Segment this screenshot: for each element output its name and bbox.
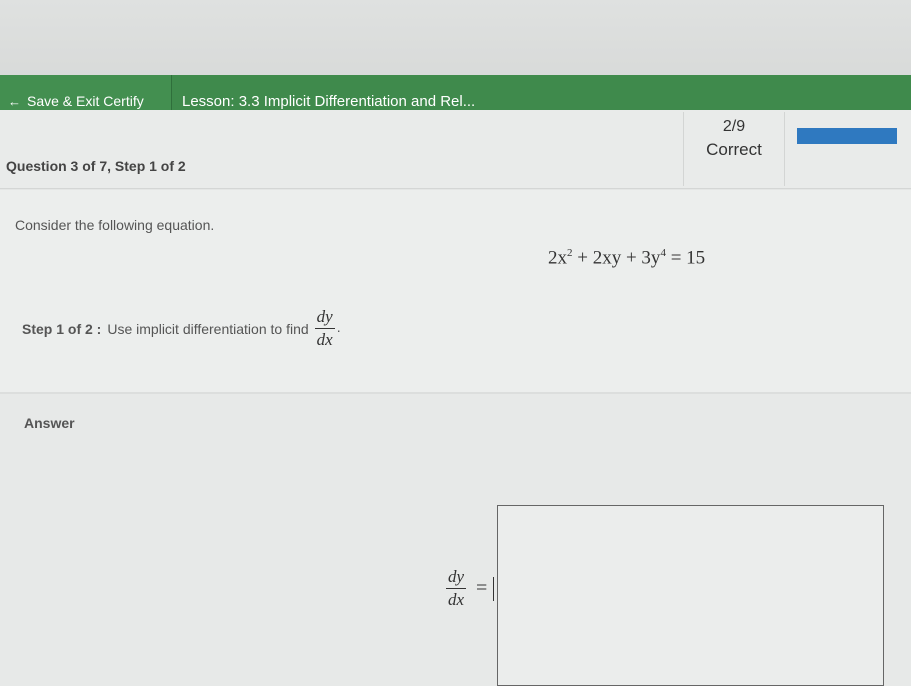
progress-fill: [797, 128, 897, 144]
given-equation: 2x2 + 2xy + 3y4 = 15: [548, 247, 706, 269]
text-cursor: [493, 576, 495, 601]
answer-expression: dy dx =: [440, 567, 495, 609]
step-text: Use implicit differentiation to find: [107, 320, 309, 337]
equals-sign: =: [476, 577, 488, 599]
step-label: Step 1 of 2 :: [22, 320, 102, 337]
arrow-left-icon: ←: [8, 93, 21, 109]
answer-input[interactable]: [497, 505, 884, 686]
save-exit-label: Save & Exit Certify: [27, 93, 144, 109]
question-intro: Consider the following equation.: [15, 217, 215, 233]
answer-derivative-fraction: dy dx: [446, 567, 467, 609]
derivative-fraction: dy dx: [314, 307, 335, 349]
answer-label: Answer: [24, 415, 75, 431]
step-instruction: Step 1 of 2 : Use implicit differentiati…: [22, 307, 341, 349]
score-fraction: 2/9: [722, 118, 746, 135]
progress-bar: [797, 128, 897, 144]
question-progress-label: Question 3 of 7, Step 1 of 2: [6, 158, 186, 174]
score-box: 2/9 Correct: [683, 112, 785, 186]
browser-top-area: [0, 0, 911, 78]
score-status: Correct: [706, 140, 762, 159]
